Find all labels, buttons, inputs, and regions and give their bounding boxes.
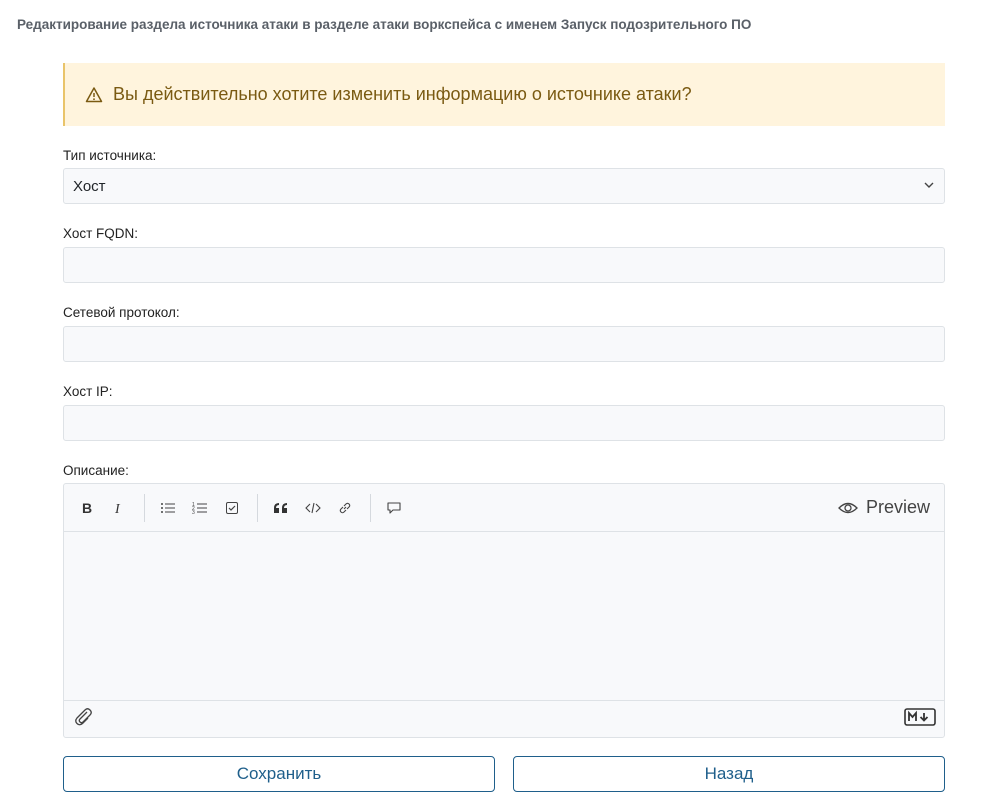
- bold-icon[interactable]: B: [72, 493, 102, 523]
- toolbar-divider: [144, 493, 145, 522]
- svg-text:B: B: [82, 501, 92, 515]
- editor-footer: [64, 701, 944, 738]
- host-ip-input[interactable]: [64, 406, 944, 440]
- alert-text: Вы действительно хотите изменить информа…: [113, 84, 692, 104]
- description-editor: B I 123 Preview: [63, 483, 945, 738]
- network-protocol-input[interactable]: [64, 327, 944, 361]
- toolbar-divider: [257, 493, 258, 522]
- unordered-list-icon[interactable]: [153, 493, 183, 523]
- save-button[interactable]: Сохранить: [63, 756, 495, 792]
- eye-icon: [838, 501, 858, 515]
- svg-text:I: I: [114, 502, 121, 515]
- description-label: Описание:: [63, 463, 129, 478]
- host-ip-field: [63, 405, 945, 441]
- task-list-icon[interactable]: [217, 493, 247, 523]
- ordered-list-icon[interactable]: 123: [185, 493, 215, 523]
- svg-text:3: 3: [192, 510, 195, 515]
- source-type-select[interactable]: Хост: [63, 168, 945, 204]
- page-title: Редактирование раздела источника атаки в…: [17, 17, 752, 32]
- chevron-down-icon: [923, 178, 935, 195]
- paperclip-icon[interactable]: [73, 707, 93, 732]
- comment-icon[interactable]: [379, 493, 409, 523]
- warning-alert: Вы действительно хотите изменить информа…: [63, 63, 945, 126]
- code-icon[interactable]: [298, 493, 328, 523]
- source-type-label: Тип источника:: [63, 148, 157, 163]
- back-button[interactable]: Назад: [513, 756, 945, 792]
- quote-icon[interactable]: [266, 493, 296, 523]
- preview-label: Preview: [865, 497, 930, 517]
- preview-button[interactable]: Preview: [838, 484, 930, 531]
- host-ip-label: Хост IP:: [63, 384, 113, 399]
- network-protocol-label: Сетевой протокол:: [63, 305, 180, 320]
- link-icon[interactable]: [330, 493, 360, 523]
- italic-icon[interactable]: I: [104, 493, 134, 523]
- network-protocol-field: [63, 326, 945, 362]
- markdown-icon: [904, 708, 936, 731]
- editor-toolbar: B I 123 Preview: [64, 484, 944, 532]
- source-type-value: Хост: [73, 177, 106, 195]
- warning-triangle-icon: [85, 86, 103, 104]
- host-fqdn-field: [63, 247, 945, 283]
- toolbar-divider: [370, 493, 371, 522]
- host-fqdn-input[interactable]: [64, 248, 944, 282]
- description-textarea[interactable]: [64, 532, 944, 701]
- host-fqdn-label: Хост FQDN:: [63, 226, 139, 241]
